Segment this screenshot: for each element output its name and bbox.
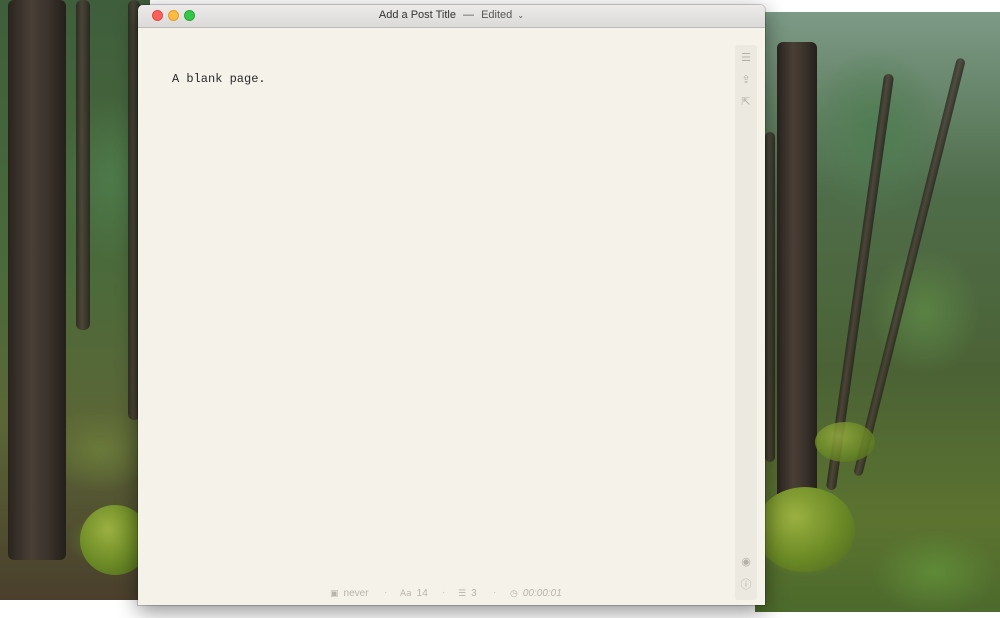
export-icon[interactable]: ⇱ bbox=[739, 95, 753, 109]
desktop-wallpaper-right bbox=[755, 12, 1000, 612]
paragraph-count-status: ☰ 3 bbox=[458, 588, 477, 599]
reading-time-status: ◷ 00:00:01 bbox=[510, 588, 562, 599]
right-sidebar: ☰ ⇪ ⇱ ◉ ⓘ bbox=[735, 45, 757, 600]
chevron-down-icon[interactable]: ⌄ bbox=[515, 11, 524, 20]
title-separator: — bbox=[463, 9, 475, 21]
text-editor-area[interactable]: A blank page. bbox=[138, 28, 733, 588]
reading-time-value: 00:00:01 bbox=[522, 588, 562, 599]
document-title: Add a Post Title bbox=[378, 9, 456, 21]
status-separator: · bbox=[384, 587, 388, 598]
list-icon[interactable]: ☰ bbox=[739, 51, 753, 65]
status-separator: · bbox=[493, 587, 497, 598]
editor-content[interactable]: A blank page. bbox=[172, 72, 266, 86]
paragraph-icon: ☰ bbox=[458, 589, 467, 599]
document-status: Edited bbox=[481, 9, 513, 21]
status-separator: · bbox=[442, 587, 446, 598]
share-icon[interactable]: ⇪ bbox=[739, 73, 753, 87]
font-size-status[interactable]: Aa 14 bbox=[400, 588, 428, 599]
desktop-wallpaper-left bbox=[0, 0, 150, 600]
status-bar: ▣ never · Aa 14 · ☰ 3 · ◷ 00:00:01 bbox=[138, 583, 765, 605]
font-size-icon: Aa bbox=[400, 589, 412, 599]
last-saved-status: ▣ never bbox=[330, 588, 369, 599]
last-saved-value: never bbox=[343, 588, 369, 599]
save-icon: ▣ bbox=[330, 589, 339, 599]
clock-icon: ◷ bbox=[510, 589, 518, 599]
title-bar[interactable]: Add a Post Title — Edited ⌄ bbox=[138, 5, 765, 28]
editor-window: Add a Post Title — Edited ⌄ A blank page… bbox=[138, 5, 765, 605]
paragraph-count-value: 3 bbox=[471, 588, 477, 599]
window-title[interactable]: Add a Post Title — Edited ⌄ bbox=[138, 9, 765, 21]
font-size-value: 14 bbox=[416, 588, 428, 599]
eye-icon[interactable]: ◉ bbox=[739, 555, 753, 569]
